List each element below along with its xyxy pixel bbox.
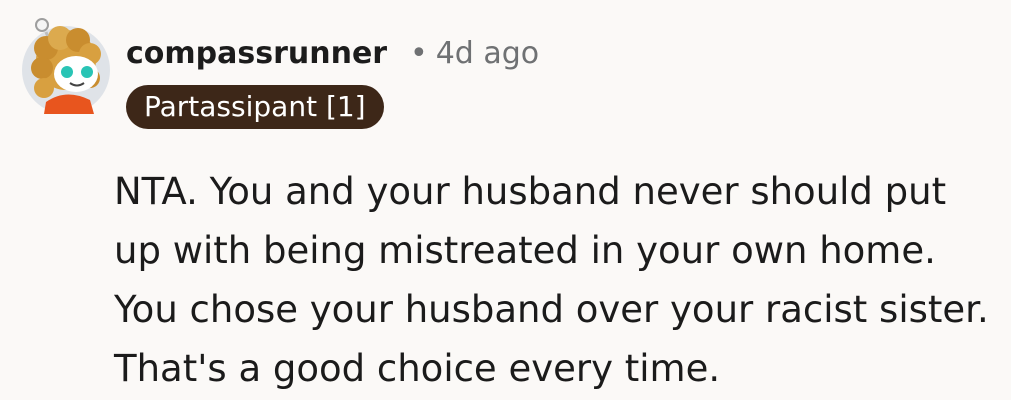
username-link[interactable]: compassrunner (126, 34, 387, 74)
comment-meta: • 4d ago (410, 34, 539, 74)
comment-timestamp[interactable]: 4d ago (436, 36, 539, 71)
comment-body-line: NTA. You and your husband never should p… (114, 170, 947, 213)
user-avatar-icon[interactable] (20, 18, 112, 116)
comment: compassrunner • 4d ago Partassipant [1] N… (0, 0, 1011, 400)
user-flair-badge: Partassipant [1] (126, 85, 384, 129)
snoo-avatar-icon (22, 18, 110, 114)
comment-body: NTA. You and your husband never should p… (114, 162, 1004, 398)
comment-body-line: You chose your husband over your racist … (114, 288, 989, 331)
comment-body-line: up with being mistreated in your own hom… (114, 229, 936, 272)
meta-separator: • (410, 36, 428, 71)
comment-body-line: That's a good choice every time. (114, 347, 721, 390)
